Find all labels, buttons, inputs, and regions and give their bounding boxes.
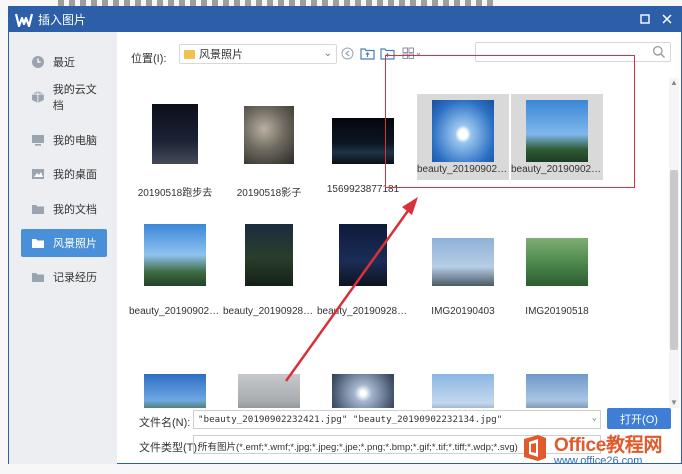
sidebar-item-recent[interactable]: 最近 (21, 48, 107, 76)
sidebar-item-label: 风景照片 (53, 238, 97, 250)
up-folder-button[interactable] (359, 45, 375, 61)
file-name: IMG20190518 (525, 306, 589, 317)
file-name: beauty_201909022... (129, 306, 221, 317)
image-thumbnail (339, 224, 387, 286)
folder-icon (32, 273, 44, 282)
folder-icon (32, 205, 44, 214)
file-name: IMG20190403 (431, 306, 495, 317)
sidebar-item-desktop[interactable]: 我的桌面 (21, 160, 107, 188)
cloud-doc-icon (31, 91, 44, 103)
watermark-title: Office教程网 (554, 434, 663, 456)
maximize-icon (640, 14, 650, 24)
file-tile[interactable] (129, 354, 221, 408)
chevron-down-icon: ⌄ (323, 48, 332, 59)
file-name: 20190518跑步去 (137, 188, 213, 199)
filename-value: "beauty_20190902232421.jpg" "beauty_2019… (198, 414, 503, 425)
file-tile[interactable] (511, 354, 603, 408)
filetype-label: 文件类型(T): (139, 442, 201, 454)
sidebar-item-records[interactable]: 记录经历 (21, 263, 107, 291)
watermark: Office教程网 www.office26.com (520, 426, 682, 470)
file-tile[interactable]: beauty_201909022... (129, 218, 221, 318)
image-thumbnail (144, 374, 206, 408)
file-name: beauty_201909281... (317, 306, 409, 317)
search-icon (652, 45, 665, 58)
office-logo-icon (524, 435, 546, 461)
sidebar-item-label: 我的文档 (53, 204, 97, 216)
sidebar-item-label: 记录经历 (53, 272, 97, 284)
location-dropdown[interactable]: 风景照片 ⌄ (179, 44, 337, 64)
image-thumbnail (432, 374, 494, 408)
image-thumbnail (244, 106, 294, 164)
scroll-up-arrow[interactable]: ▲ (669, 78, 679, 88)
title-bar[interactable]: 插入图片 (9, 7, 681, 32)
selection-highlight-box (385, 55, 635, 188)
image-thumbnail (245, 224, 293, 286)
sidebar: 最近 我的云文档 我的电脑 我的桌面 我的文档 风景照片 记录经历 (9, 32, 117, 464)
close-icon (662, 14, 672, 24)
folder-icon (32, 239, 44, 248)
back-icon (341, 47, 353, 59)
maximize-button[interactable] (637, 11, 653, 27)
file-name: beauty_201909281... (223, 306, 315, 317)
file-tile[interactable]: IMG20190518 (511, 218, 603, 318)
file-tile[interactable] (317, 354, 409, 408)
sidebar-item-my-computer[interactable]: 我的电脑 (21, 126, 107, 154)
image-thumbnail (526, 238, 588, 286)
image-thumbnail (152, 104, 198, 164)
sidebar-item-label: 最近 (53, 57, 75, 69)
location-label: 位置(I): (131, 53, 167, 65)
clock-icon (32, 56, 44, 68)
file-tile[interactable]: IMG20190403 (417, 218, 509, 318)
file-tile[interactable]: 20190518影子 (223, 96, 315, 199)
vertical-scrollbar[interactable]: ▲ ▼ (669, 78, 679, 408)
sidebar-item-cloud-docs[interactable]: 我的云文档 (21, 83, 107, 112)
sidebar-item-my-documents[interactable]: 我的文档 (21, 195, 107, 223)
image-thumbnail (432, 238, 494, 286)
image-thumbnail (144, 224, 206, 286)
folder-icon (184, 49, 195, 59)
location-value: 风景照片 (199, 49, 243, 61)
file-tile[interactable] (417, 354, 509, 408)
desktop-icon (32, 169, 44, 179)
image-thumbnail (238, 374, 300, 408)
back-button[interactable] (339, 45, 355, 61)
computer-icon (32, 135, 44, 146)
sidebar-item-label: 我的桌面 (53, 169, 97, 181)
chevron-down-icon[interactable]: ⌄ (592, 413, 597, 423)
file-tile[interactable]: beauty_201909281... (317, 218, 409, 318)
file-tile[interactable] (223, 354, 315, 408)
sidebar-item-scenery-photos[interactable]: 风景照片 (21, 229, 107, 257)
image-thumbnail (526, 374, 588, 408)
file-name: 20190518影子 (236, 188, 302, 199)
scroll-thumb[interactable] (670, 170, 678, 350)
filename-label: 文件名(N): (139, 417, 191, 429)
close-button[interactable] (659, 11, 675, 27)
wps-logo-icon (15, 13, 33, 27)
file-tile[interactable]: 20190518跑步去 (129, 96, 221, 199)
sidebar-item-label: 我的电脑 (53, 135, 97, 147)
scroll-down-arrow[interactable]: ▼ (669, 398, 679, 408)
sidebar-item-label: 我的云文档 (52, 84, 97, 112)
file-tile[interactable]: beauty_201909281... (223, 218, 315, 318)
image-thumbnail (332, 374, 394, 408)
dialog-title: 插入图片 (38, 13, 87, 27)
folder-up-icon (359, 47, 375, 60)
filetype-value: 所有图片(*.emf;*.wmf;*.jpg;*.jpeg;*.jpe;*.pn… (198, 442, 518, 453)
